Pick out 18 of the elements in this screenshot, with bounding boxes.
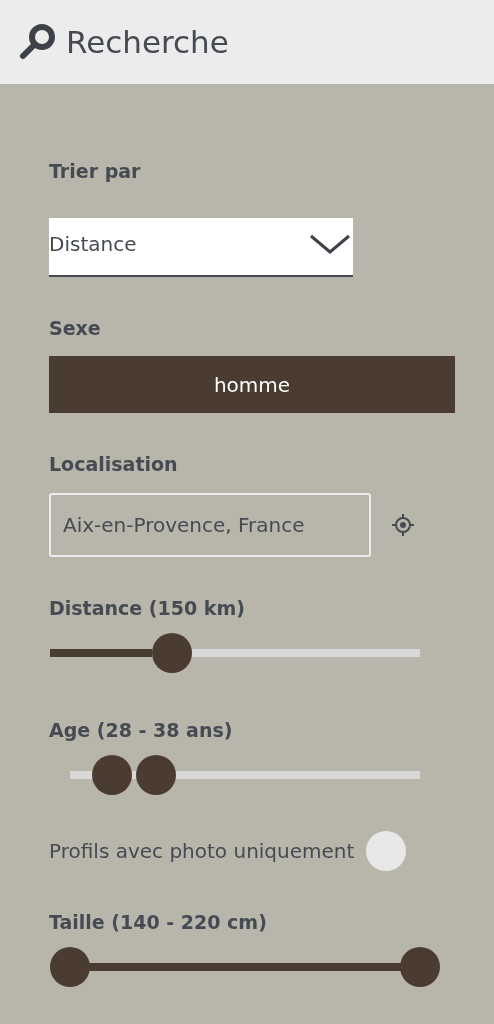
slider-thumb[interactable]: [135, 755, 176, 795]
search-icon: [18, 22, 58, 62]
toggle-switch[interactable]: [366, 831, 407, 871]
page-title: Recherche: [66, 24, 229, 60]
sort-label: Trier par: [49, 160, 141, 182]
location-field[interactable]: Aix-en-Provence, France: [49, 493, 371, 557]
gender-label: Sexe: [49, 317, 101, 339]
location-label: Localisation: [49, 453, 178, 475]
locate-icon[interactable]: [391, 513, 415, 537]
gender-button[interactable]: homme: [49, 356, 455, 413]
toggle-label: Profils avec photo uniquement: [49, 839, 355, 863]
slider-thumb[interactable]: [92, 755, 132, 795]
slider-label: Taille (140 - 220 cm): [49, 911, 267, 933]
sort-dropdown[interactable]: Distance: [49, 218, 353, 277]
slider-thumb[interactable]: [151, 633, 192, 673]
slider-label: Age (28 - 38 ans): [49, 719, 233, 741]
chevron-down-icon: [309, 232, 351, 255]
slider-label: Distance (150 km): [49, 597, 245, 619]
